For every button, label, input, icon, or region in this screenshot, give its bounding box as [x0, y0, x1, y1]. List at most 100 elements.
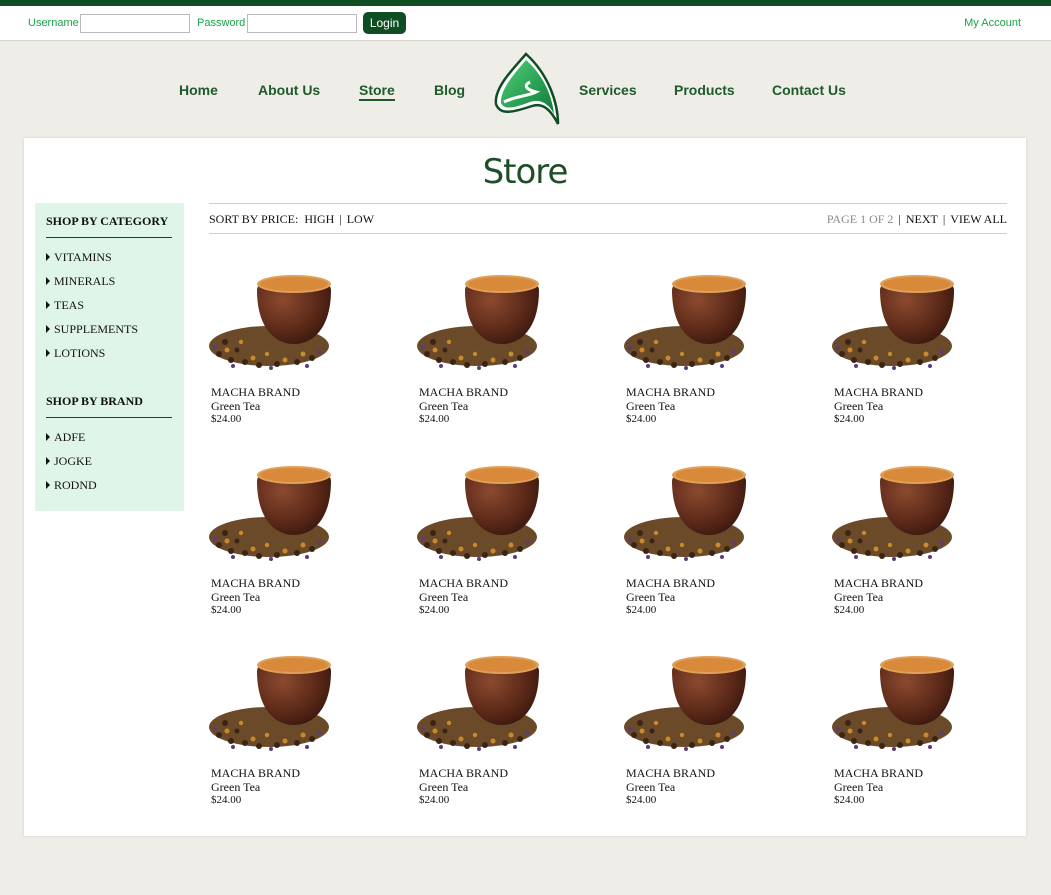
product-card[interactable]: MACHA BRAND Green Tea $24.00 — [415, 643, 595, 813]
sort-bar: SORT BY PRICE: HIGH | LOW PAGE 1 OF 2 | NEXT… — [209, 203, 1007, 234]
product-brand[interactable]: MACHA BRAND — [834, 766, 923, 781]
product-card[interactable]: MACHA BRAND Green Tea $24.00 — [830, 262, 1010, 432]
tea-cup-image[interactable] — [415, 643, 555, 755]
product-name[interactable]: Green Tea — [626, 590, 675, 605]
tea-cup-image[interactable] — [830, 453, 970, 565]
product-price: $24.00 — [834, 794, 865, 806]
page-info: PAGE 1 OF 2 — [826, 212, 894, 226]
category-item-supplements[interactable]: SUPPLEMENTS — [46, 322, 138, 337]
triangle-right-icon — [46, 277, 50, 285]
triangle-right-icon — [46, 433, 50, 441]
tea-cup-image[interactable] — [207, 643, 347, 755]
nav-about[interactable]: About Us — [258, 82, 320, 98]
sort-high-link[interactable]: HIGH — [304, 212, 334, 226]
nav-services[interactable]: Services — [579, 82, 637, 98]
view-all-link[interactable]: VIEW ALL — [950, 212, 1007, 226]
product-card[interactable]: MACHA BRAND Green Tea $24.00 — [622, 262, 802, 432]
product-card[interactable]: MACHA BRAND Green Tea $24.00 — [207, 453, 387, 623]
tea-cup-image[interactable] — [415, 453, 555, 565]
product-brand[interactable]: MACHA BRAND — [626, 576, 715, 591]
username-input[interactable] — [80, 14, 190, 33]
nav-contact[interactable]: Contact Us — [772, 82, 846, 98]
category-item-teas[interactable]: TEAS — [46, 298, 84, 313]
product-name[interactable]: Green Tea — [419, 399, 468, 414]
product-price: $24.00 — [626, 794, 657, 806]
separator: | — [898, 212, 901, 226]
sort-controls: SORT BY PRICE: HIGH | LOW — [209, 212, 374, 227]
triangle-right-icon — [46, 349, 50, 357]
product-price: $24.00 — [834, 413, 865, 425]
product-brand[interactable]: MACHA BRAND — [626, 766, 715, 781]
tea-cup-image[interactable] — [622, 262, 762, 374]
product-brand[interactable]: MACHA BRAND — [834, 576, 923, 591]
product-name[interactable]: Green Tea — [834, 780, 883, 795]
product-brand[interactable]: MACHA BRAND — [834, 385, 923, 400]
password-input[interactable] — [247, 14, 357, 33]
triangle-right-icon — [46, 481, 50, 489]
login-bar: Username Password Login My Account — [0, 6, 1051, 41]
sort-low-link[interactable]: LOW — [347, 212, 374, 226]
product-card[interactable]: MACHA BRAND Green Tea $24.00 — [830, 643, 1010, 813]
store-panel: Store SHOP BY CATEGORY VITAMINS MINERALS… — [24, 138, 1026, 836]
leaf-logo-icon[interactable] — [492, 52, 560, 126]
category-heading: SHOP BY CATEGORY — [46, 214, 169, 228]
product-brand[interactable]: MACHA BRAND — [419, 766, 508, 781]
sort-label: SORT BY PRICE: — [209, 212, 299, 226]
product-brand[interactable]: MACHA BRAND — [211, 766, 300, 781]
my-account-link[interactable]: My Account — [964, 17, 1021, 29]
product-brand[interactable]: MACHA BRAND — [211, 576, 300, 591]
product-card[interactable]: MACHA BRAND Green Tea $24.00 — [207, 643, 387, 813]
tea-cup-image[interactable] — [830, 643, 970, 755]
product-name[interactable]: Green Tea — [419, 780, 468, 795]
product-price: $24.00 — [626, 413, 657, 425]
product-brand[interactable]: MACHA BRAND — [419, 385, 508, 400]
product-name[interactable]: Green Tea — [626, 399, 675, 414]
product-name[interactable]: Green Tea — [419, 590, 468, 605]
tea-cup-image[interactable] — [207, 262, 347, 374]
product-name[interactable]: Green Tea — [834, 399, 883, 414]
separator: | — [942, 212, 946, 226]
pagination: PAGE 1 OF 2 | NEXT | VIEW ALL — [827, 212, 1007, 227]
product-card[interactable]: MACHA BRAND Green Tea $24.00 — [622, 453, 802, 623]
product-grid: MACHA BRAND Green Tea $24.00 MACHA BRAND Gr… — [207, 262, 1007, 822]
category-divider — [46, 237, 172, 238]
product-name[interactable]: Green Tea — [834, 590, 883, 605]
tea-cup-image[interactable] — [622, 453, 762, 565]
triangle-right-icon — [46, 325, 50, 333]
login-button[interactable]: Login — [363, 12, 406, 34]
category-item-minerals[interactable]: MINERALS — [46, 274, 115, 289]
product-card[interactable]: MACHA BRAND Green Tea $24.00 — [830, 453, 1010, 623]
product-name[interactable]: Green Tea — [211, 399, 260, 414]
nav-home[interactable]: Home — [179, 82, 218, 98]
brand-item-jogke[interactable]: JOGKE — [46, 454, 92, 469]
nav-products[interactable]: Products — [674, 82, 735, 98]
username-label: Username — [28, 17, 79, 29]
tea-cup-image[interactable] — [830, 262, 970, 374]
product-card[interactable]: MACHA BRAND Green Tea $24.00 — [415, 453, 595, 623]
product-name[interactable]: Green Tea — [626, 780, 675, 795]
brand-item-adfe[interactable]: ADFE — [46, 430, 85, 445]
product-name[interactable]: Green Tea — [211, 780, 260, 795]
triangle-right-icon — [46, 253, 50, 261]
tea-cup-image[interactable] — [415, 262, 555, 374]
product-price: $24.00 — [419, 413, 450, 425]
brand-divider — [46, 417, 172, 418]
product-price: $24.00 — [419, 604, 450, 616]
product-card[interactable]: MACHA BRAND Green Tea $24.00 — [622, 643, 802, 813]
product-brand[interactable]: MACHA BRAND — [211, 385, 300, 400]
tea-cup-image[interactable] — [622, 643, 762, 755]
next-link[interactable]: NEXT — [906, 212, 938, 226]
product-card[interactable]: MACHA BRAND Green Tea $24.00 — [207, 262, 387, 432]
product-name[interactable]: Green Tea — [211, 590, 260, 605]
category-item-vitamins[interactable]: VITAMINS — [46, 250, 112, 265]
brand-item-rodnd[interactable]: RODND — [46, 478, 97, 493]
category-item-lotions[interactable]: LOTIONS — [46, 346, 105, 361]
tea-cup-image[interactable] — [207, 453, 347, 565]
product-brand[interactable]: MACHA BRAND — [626, 385, 715, 400]
product-brand[interactable]: MACHA BRAND — [419, 576, 508, 591]
nav-blog[interactable]: Blog — [434, 82, 465, 98]
product-card[interactable]: MACHA BRAND Green Tea $24.00 — [415, 262, 595, 432]
product-price: $24.00 — [211, 604, 242, 616]
brand-heading: SHOP BY BRAND — [46, 394, 143, 408]
nav-store[interactable]: Store — [359, 82, 395, 101]
